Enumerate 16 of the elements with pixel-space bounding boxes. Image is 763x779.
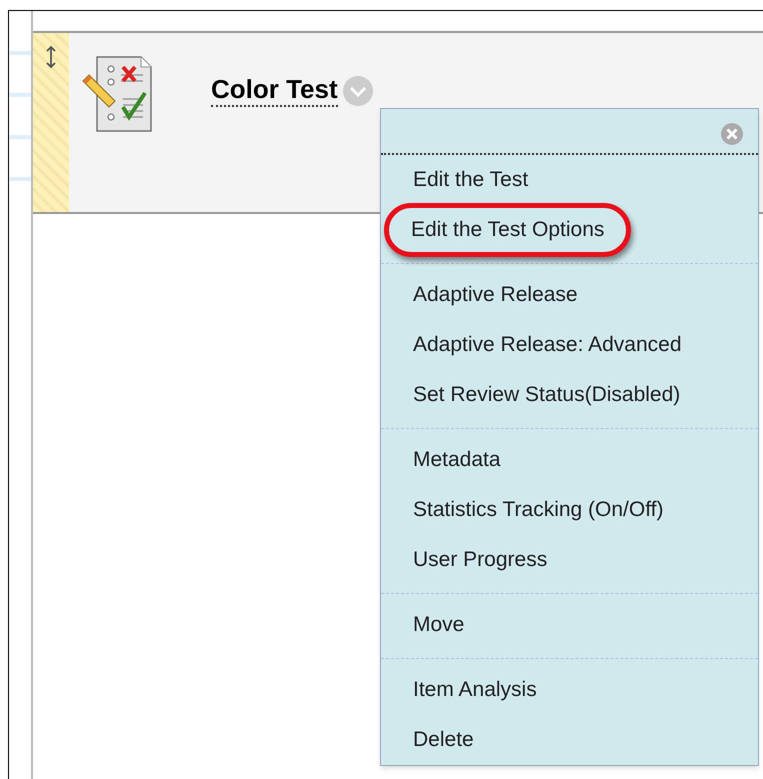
menu-item[interactable]: Adaptive Release	[413, 279, 578, 311]
menu-item[interactable]: Edit the Test	[413, 164, 528, 196]
up-down-arrow-icon	[46, 45, 56, 69]
menu-item[interactable]: Delete	[413, 724, 474, 756]
item-title[interactable]: Color Test	[211, 73, 338, 107]
menu-item[interactable]: Item Analysis	[413, 674, 537, 706]
close-icon[interactable]	[720, 122, 744, 146]
menu-item[interactable]: Set Review Status(Disabled)	[413, 379, 680, 411]
drag-handle-strip[interactable]	[33, 33, 69, 212]
menu-item[interactable]: Adaptive Release: Advanced	[413, 329, 682, 361]
menu-item[interactable]: Move	[413, 609, 464, 641]
menu-item[interactable]: Statistics Tracking (On/Off)	[413, 494, 664, 526]
chevron-down-icon[interactable]	[342, 75, 374, 107]
menu-item[interactable]: Edit the Test Options	[384, 203, 632, 257]
menu-item[interactable]: User Progress	[413, 544, 548, 576]
menu-item[interactable]: Metadata	[413, 444, 501, 476]
